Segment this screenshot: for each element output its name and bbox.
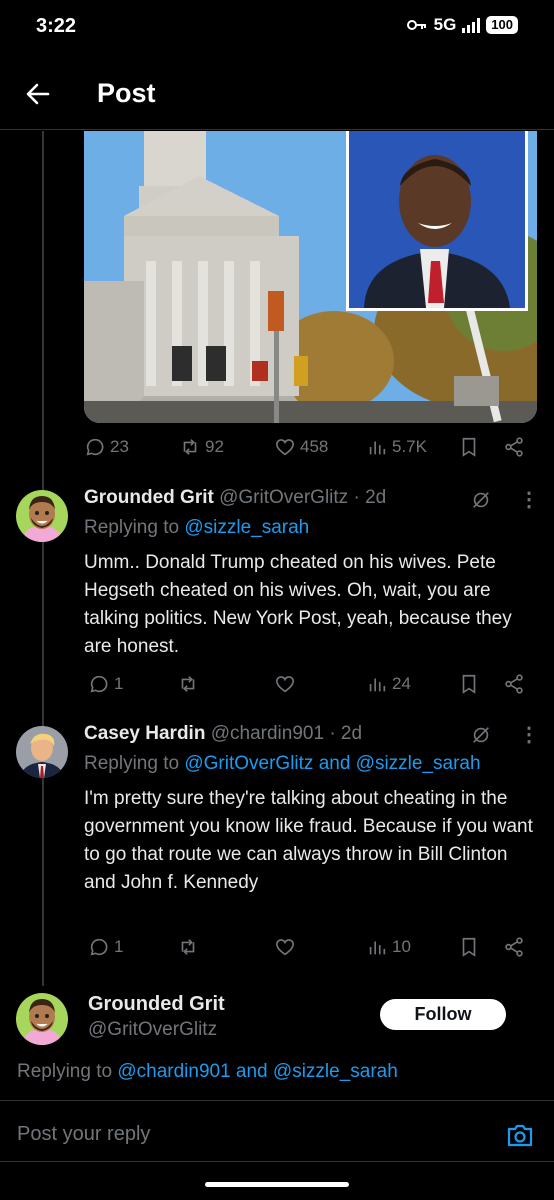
repost-count: 92 (205, 437, 224, 456)
repost-icon (181, 676, 195, 692)
reply-count: 23 (110, 437, 129, 456)
view-count: 24 (392, 674, 411, 693)
reply-button[interactable]: 23 (84, 436, 129, 458)
status-time: 3:22 (36, 15, 77, 37)
repost-button[interactable]: 92 (179, 436, 224, 458)
battery-icon: 100 (486, 16, 518, 34)
reply-icon (86, 438, 104, 456)
post-time: · 2d (353, 487, 387, 508)
key-icon (406, 20, 426, 30)
avatar[interactable] (16, 726, 68, 778)
share-button[interactable] (503, 936, 525, 958)
share-icon (505, 674, 523, 694)
views-button[interactable]: 24 (366, 673, 411, 695)
replying-label: Replying to (84, 753, 185, 774)
post-image[interactable] (84, 131, 537, 423)
views-button[interactable]: 5.7K (366, 436, 427, 458)
reply-input-placeholder[interactable]: Post your reply (17, 1123, 150, 1146)
reply-header: Grounded Grit @GritOverGlitz · 2d (84, 487, 386, 509)
avatar[interactable] (16, 993, 68, 1045)
heart-icon (275, 439, 295, 456)
grok-icon[interactable] (470, 489, 492, 511)
views-icon (369, 678, 386, 692)
signal-icon (462, 17, 481, 33)
reply-icon (90, 675, 108, 693)
like-button[interactable]: 458 (274, 436, 328, 458)
bookmark-button[interactable] (458, 673, 480, 695)
author-handle[interactable]: @GritOverGlitz (88, 1019, 217, 1041)
share-icon (505, 437, 523, 457)
page-title: Post (97, 78, 156, 108)
reply-actions: 1 24 (84, 673, 529, 703)
reply-button[interactable]: 1 (88, 673, 123, 695)
share-icon (505, 937, 523, 957)
bookmark-icon (462, 674, 476, 694)
mention-link[interactable]: @chardin901 and @sizzle_sarah (117, 1061, 397, 1082)
courthouse-photo (84, 131, 537, 423)
bookmark-button[interactable] (458, 436, 480, 458)
more-icon[interactable]: ⋮ (519, 489, 539, 511)
reply-count: 1 (114, 674, 124, 693)
follow-button[interactable]: Follow (380, 999, 506, 1030)
like-button[interactable] (274, 936, 296, 958)
repost-button[interactable] (177, 936, 199, 958)
like-count: 458 (300, 437, 329, 456)
user-handle[interactable]: @GritOverGlitz (219, 487, 348, 508)
status-icons: 5G 100 (406, 15, 518, 35)
reply-count: 1 (114, 937, 124, 956)
share-button[interactable] (503, 436, 525, 458)
display-name[interactable]: Casey Hardin (84, 723, 205, 744)
avatar-illustration (16, 490, 68, 542)
replying-to: Replying to @GritOverGlitz and @sizzle_s… (84, 753, 481, 775)
mention-link[interactable]: @GritOverGlitz and @sizzle_sarah (184, 753, 480, 774)
reply-text: Umm.. Donald Trump cheated on his wives.… (84, 552, 512, 657)
replying-to: Replying to @chardin901 and @sizzle_sara… (17, 1061, 398, 1083)
views-icon (369, 441, 386, 455)
view-count: 10 (392, 937, 411, 956)
avatar-illustration (16, 993, 68, 1045)
replying-label: Replying to (17, 1061, 118, 1082)
network-label: 5G (433, 15, 457, 34)
grok-icon[interactable] (470, 724, 492, 746)
user-handle[interactable]: @chardin901 (211, 723, 324, 744)
reply-header: Casey Hardin @chardin901 · 2d (84, 723, 362, 745)
avatar[interactable] (16, 490, 68, 542)
heart-icon (275, 676, 295, 693)
mention-link[interactable]: @sizzle_sarah (184, 517, 309, 538)
status-bar: 3:22 5G 100 (0, 0, 554, 56)
bookmark-button[interactable] (458, 936, 480, 958)
display-name[interactable]: Grounded Grit (84, 487, 214, 508)
camera-icon[interactable] (506, 1122, 534, 1148)
author-name[interactable]: Grounded Grit (88, 993, 225, 1016)
bookmark-icon (462, 437, 476, 457)
repost-icon (183, 439, 197, 455)
top-bar: Post (0, 58, 554, 130)
heart-icon (275, 939, 295, 956)
share-button[interactable] (503, 673, 525, 695)
reply-actions: 1 10 (84, 936, 529, 966)
more-icon[interactable]: ⋮ (519, 724, 539, 746)
avatar-photo (16, 726, 68, 778)
bookmark-icon (462, 937, 476, 957)
views-icon (369, 941, 386, 955)
replying-label: Replying to (84, 517, 185, 538)
reply-text: I'm pretty sure they're talking about ch… (84, 788, 533, 893)
views-button[interactable]: 10 (366, 936, 411, 958)
back-arrow-icon[interactable] (24, 80, 52, 108)
repost-button[interactable] (177, 673, 199, 695)
post-actions: 23 92 458 5.7K (84, 436, 529, 466)
repost-icon (181, 939, 195, 955)
reply-icon (90, 938, 108, 956)
replying-to: Replying to @sizzle_sarah (84, 517, 309, 539)
post-time: · 2d (329, 723, 363, 744)
home-indicator[interactable] (205, 1182, 349, 1187)
view-count: 5.7K (392, 437, 427, 456)
reply-button[interactable]: 1 (88, 936, 123, 958)
reply-composer[interactable]: Post your reply (0, 1100, 554, 1162)
thread-line (42, 131, 44, 986)
like-button[interactable] (274, 673, 296, 695)
